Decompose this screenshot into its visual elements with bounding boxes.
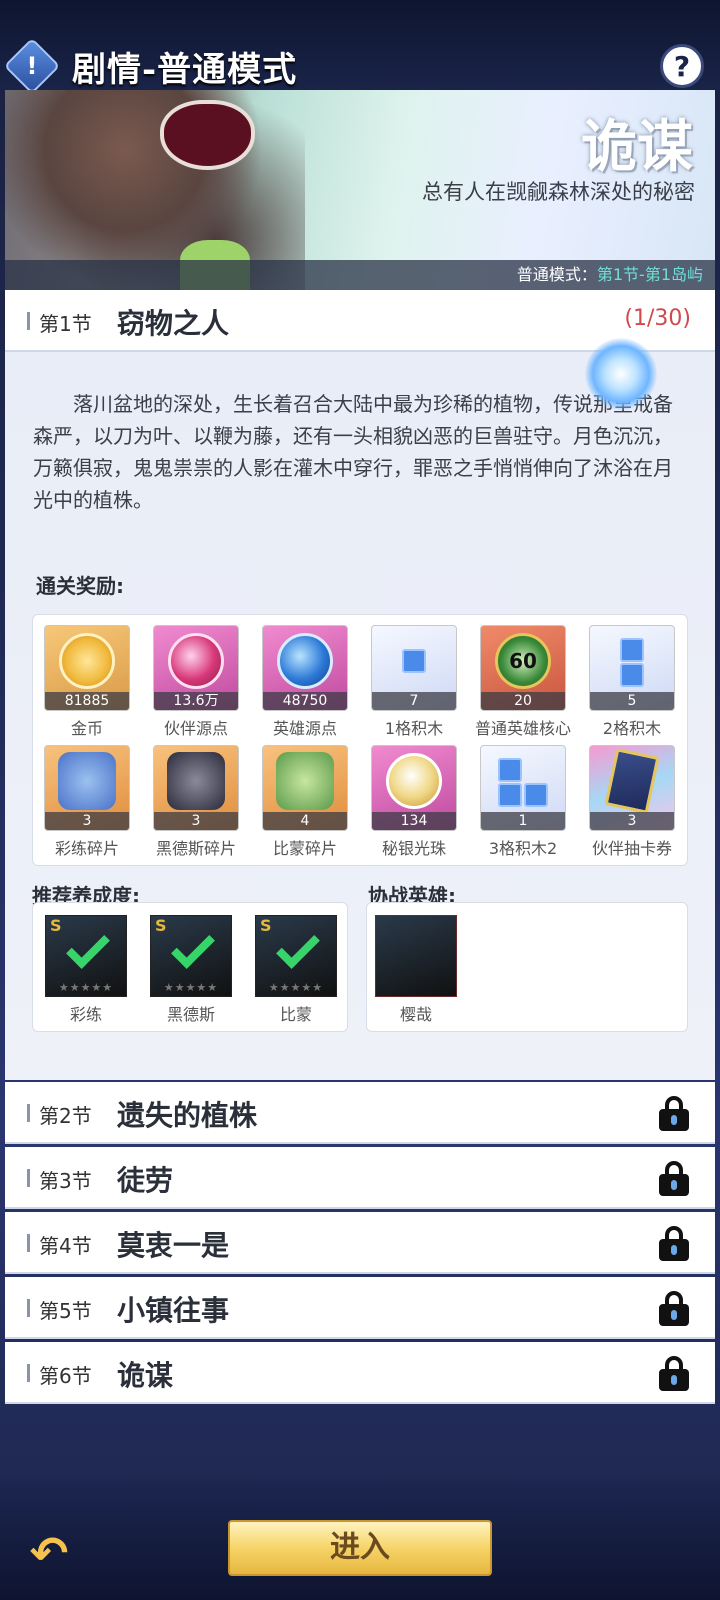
star-icon: ★★★★★ bbox=[268, 981, 324, 994]
block-icon bbox=[402, 649, 426, 674]
lock-icon bbox=[659, 1161, 689, 1196]
check-icon bbox=[171, 925, 215, 969]
chapter-6-row[interactable]: 第6节 诡谋 bbox=[5, 1342, 715, 1404]
mithril-orb-icon bbox=[386, 753, 442, 810]
mode-label: 普通模式： bbox=[516, 265, 597, 284]
reward-block-2[interactable]: 5 2格积木 bbox=[582, 625, 682, 745]
check-icon bbox=[66, 925, 110, 969]
rewards-label: 通关奖励: bbox=[36, 574, 124, 598]
info-icon: ! bbox=[26, 52, 38, 80]
lock-icon bbox=[659, 1226, 689, 1261]
avatar: S ★★★★★ bbox=[255, 915, 337, 997]
lock-icon bbox=[659, 1096, 689, 1131]
chapter-number: 第1节 bbox=[39, 312, 92, 336]
back-icon[interactable]: ↶ bbox=[20, 1524, 78, 1582]
recommended-heroes: S ★★★★★ 彩练 S ★★★★★ 黑德斯 S ★★★★★ 比蒙 bbox=[32, 902, 348, 1032]
reward-hero-core[interactable]: 60 20 普通英雄核心 bbox=[473, 625, 573, 745]
block-icon bbox=[620, 637, 644, 662]
reward-mithril-orb[interactable]: 134 秘银光珠 bbox=[364, 745, 464, 865]
banner-subtitle: 总有人在觊觎森林深处的秘密 bbox=[422, 180, 695, 204]
puzzle-shard-icon bbox=[276, 752, 334, 811]
block-icon bbox=[620, 662, 644, 687]
coin-icon bbox=[59, 633, 115, 690]
hero-orb-icon bbox=[277, 633, 333, 690]
hero-core-icon: 60 bbox=[495, 633, 551, 690]
chapter-5-row[interactable]: 第5节 小镇往事 bbox=[5, 1277, 715, 1339]
hero-heides[interactable]: S ★★★★★ 黑德斯 bbox=[148, 915, 234, 1025]
chapter-banner: 诡谋 总有人在觊觎森林深处的秘密 普通模式：第1节-第1岛屿 bbox=[5, 90, 715, 290]
mode-value: 第1节-第1岛屿 bbox=[596, 265, 703, 284]
enter-button[interactable]: 进入 bbox=[228, 1520, 492, 1576]
ally-yingzai[interactable]: 樱哉 bbox=[373, 915, 459, 1025]
sparkle-effect bbox=[585, 338, 657, 410]
reward-block-3[interactable]: 1 3格积木2 bbox=[473, 745, 573, 865]
puzzle-shard-icon bbox=[167, 752, 225, 811]
ally-heroes: 樱哉 bbox=[366, 902, 688, 1032]
chapter-name: 窃物之人 bbox=[117, 307, 230, 340]
avatar bbox=[375, 915, 457, 997]
lock-icon bbox=[659, 1356, 689, 1391]
reward-heides-shard[interactable]: 3 黑德斯碎片 bbox=[146, 745, 246, 865]
avatar: S ★★★★★ bbox=[45, 915, 127, 997]
lock-icon bbox=[659, 1291, 689, 1326]
story-text: 落川盆地的深处，生长着召合大陆中最为珍稀的植物，传说那里戒备森严，以刀为叶、以鞭… bbox=[33, 392, 673, 512]
partner-orb-icon bbox=[168, 633, 224, 690]
hero-bimeng[interactable]: S ★★★★★ 比蒙 bbox=[253, 915, 339, 1025]
reward-partner-points[interactable]: 13.6万 伙伴源点 bbox=[146, 625, 246, 745]
ticket-card-icon bbox=[604, 748, 660, 815]
reward-cailian-shard[interactable]: 3 彩练碎片 bbox=[37, 745, 137, 865]
chapter-2-row[interactable]: 第2节 遗失的植株 bbox=[5, 1082, 715, 1144]
page-title: 剧情-普通模式 bbox=[72, 50, 298, 90]
check-icon bbox=[276, 925, 320, 969]
hero-cailian[interactable]: S ★★★★★ 彩练 bbox=[43, 915, 129, 1025]
banner-mode: 普通模式：第1节-第1岛屿 bbox=[5, 260, 715, 290]
avatar: S ★★★★★ bbox=[150, 915, 232, 997]
block-icon bbox=[498, 757, 523, 782]
reward-gold[interactable]: 81885 金币 bbox=[37, 625, 137, 745]
reward-partner-ticket[interactable]: 3 伙伴抽卡券 bbox=[582, 745, 682, 865]
rewards-grid: 81885 金币 13.6万 伙伴源点 48750 英雄源点 7 1格积木 60… bbox=[32, 614, 688, 866]
chapter-4-row[interactable]: 第4节 莫衷一是 bbox=[5, 1212, 715, 1274]
reward-block-1[interactable]: 7 1格积木 bbox=[364, 625, 464, 745]
puzzle-shard-icon bbox=[58, 752, 116, 811]
chapter-3-row[interactable]: 第3节 徒劳 bbox=[5, 1147, 715, 1209]
star-icon: ★★★★★ bbox=[58, 981, 114, 994]
star-icon: ★★★★★ bbox=[163, 981, 219, 994]
help-icon[interactable]: ? bbox=[660, 44, 704, 88]
chapter-progress: (1/30) bbox=[624, 306, 691, 331]
reward-hero-points[interactable]: 48750 英雄源点 bbox=[255, 625, 355, 745]
banner-title: 诡谋 bbox=[581, 114, 693, 180]
block-icon bbox=[498, 782, 523, 807]
monster-mouth-illustration bbox=[160, 100, 255, 170]
block-icon bbox=[523, 782, 548, 807]
reward-bimeng-shard[interactable]: 4 比蒙碎片 bbox=[255, 745, 355, 865]
